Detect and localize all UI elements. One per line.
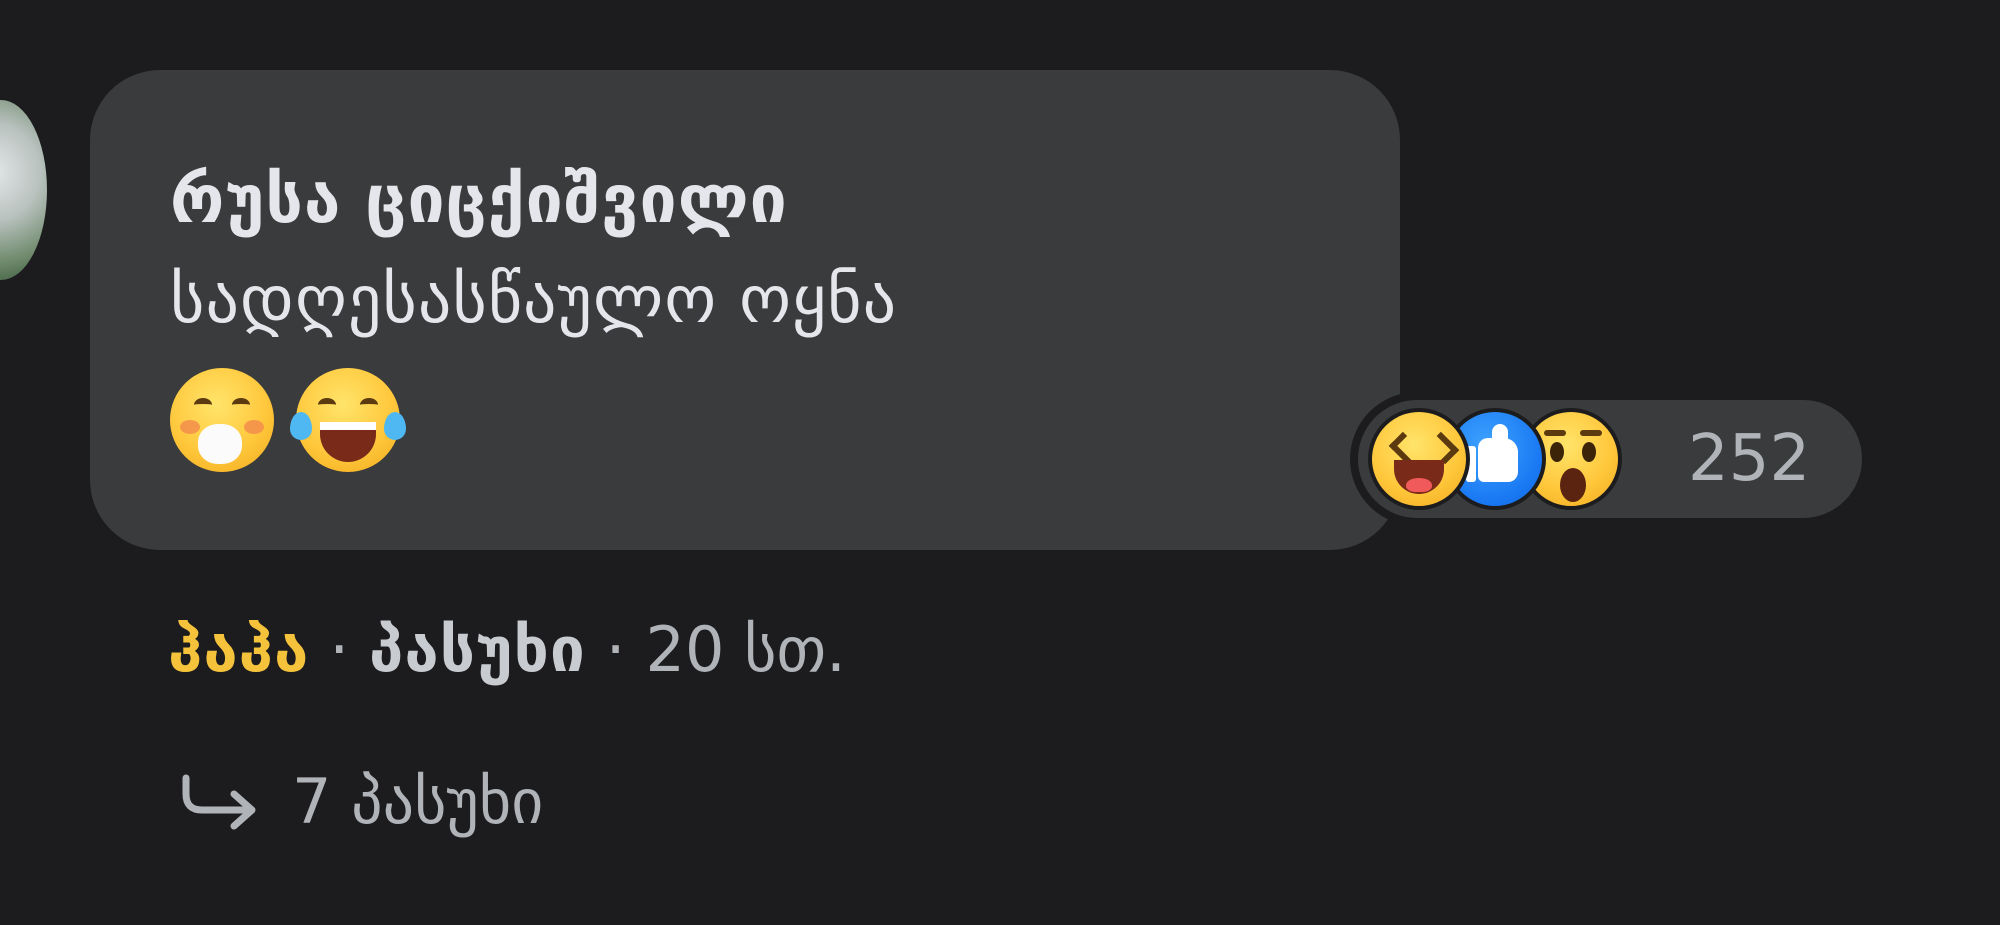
view-replies-link[interactable]: 7 პასუხი — [178, 752, 543, 852]
comment-bubble: რუსა ციცქიშვილი სადღესასწაულო ოყნა — [90, 70, 1400, 550]
comment-actions: ჰაჰა · პასუხი · 20 სთ. — [168, 600, 846, 700]
wow-eye-right — [1582, 442, 1596, 462]
emoji-tear-right — [384, 412, 406, 440]
emoji-hand — [198, 424, 242, 464]
wow-mouth — [1560, 468, 1586, 502]
haha-reaction-icon — [1368, 408, 1470, 510]
reply-button[interactable]: პასუხი — [369, 600, 586, 700]
emoji-mouth — [320, 422, 376, 462]
comment-text: სადღესასწაულო ოყნა — [170, 261, 898, 338]
emoji-eye-left — [194, 398, 212, 412]
avatar[interactable] — [0, 100, 47, 280]
flushed-face-hand-over-mouth-emoji — [170, 368, 274, 472]
comment-author[interactable]: რუსა ციცქიშვილი — [170, 150, 1400, 250]
emoji-eye-right — [232, 398, 250, 412]
haha-tongue — [1406, 478, 1432, 492]
reactions-summary[interactable]: 252 — [1350, 392, 1870, 526]
emoji-tear-left — [290, 412, 312, 440]
separator-dot: · — [605, 613, 626, 686]
comment-timestamp[interactable]: 20 სთ. — [646, 600, 846, 700]
replies-count-label: 7 პასუხი — [292, 765, 544, 838]
wow-brow-left — [1544, 430, 1566, 436]
reaction-count: 252 — [1688, 422, 1811, 496]
emoji-blush-right — [244, 420, 264, 434]
emoji-eye-right — [360, 398, 378, 412]
wow-eye-left — [1550, 442, 1564, 462]
like-thumb-up — [1492, 424, 1508, 448]
emoji-eye-left — [318, 398, 336, 412]
tears-of-joy-emoji — [290, 368, 406, 472]
reply-arrow-icon — [178, 772, 268, 832]
like-button[interactable]: ჰაჰა — [168, 600, 309, 700]
emoji-blush-left — [180, 420, 200, 434]
wow-brow-right — [1580, 430, 1602, 436]
comment-emoji-row — [170, 368, 1400, 472]
separator-dot: · — [329, 613, 350, 686]
comment-thread: რუსა ციცქიშვილი სადღესასწაულო ოყნა 252 ჰ… — [0, 0, 2000, 925]
